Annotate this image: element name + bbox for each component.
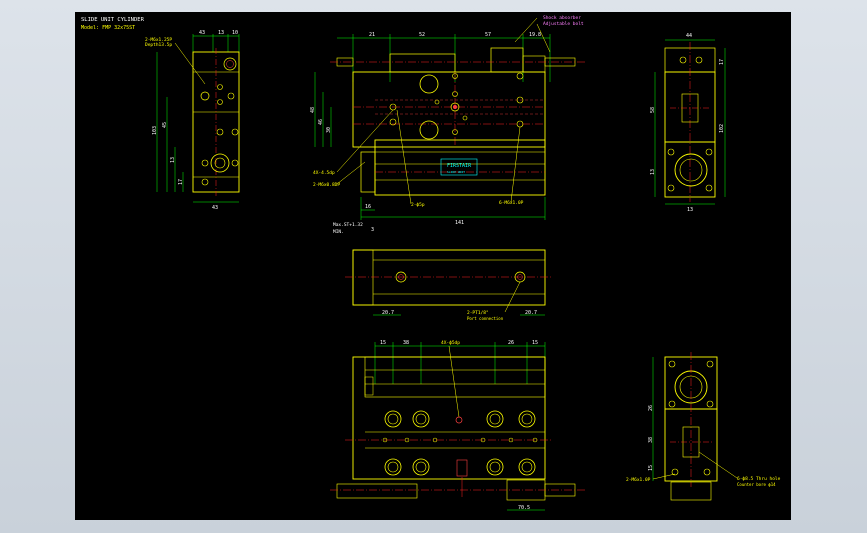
front-dim-top-3: 57 — [485, 32, 491, 38]
left-side-view: 43 13 10 2-M6x1.25P Depth13.5p 103 45 13… — [145, 30, 240, 211]
front-dim-bottom-2: 16 — [365, 204, 371, 210]
left-dim-left-1: 103 — [152, 126, 158, 135]
title-line-1: SLIDE UNIT CYLINDER — [81, 17, 145, 23]
brand-sub: SLIDE UNIT — [447, 170, 465, 174]
front-callout-1: 4X-4.5dp — [313, 170, 335, 176]
left-dim-left-3: 13 — [170, 157, 176, 163]
left-dim-bottom: 43 — [212, 205, 218, 211]
front-dim-left-1: 48 — [310, 107, 316, 113]
side2-dim-left-2: 38 — [648, 437, 654, 443]
legend-adjustable-bolt: Adjustable bolt — [543, 21, 584, 27]
stroke-note-min: MIN. — [333, 229, 344, 235]
front-view: 21 52 57 19.8 Shock absorber Adjustable … — [310, 15, 585, 235]
right-dim-right-1: 17 — [719, 59, 725, 65]
bottom-dim-top-4: 15 — [532, 340, 538, 346]
front-dim-bottom-3: 3 — [371, 227, 374, 233]
mid-dim-1: 20.7 — [382, 310, 394, 316]
bottom-dim-top-2: 38 — [403, 340, 409, 346]
mid-dim-2: 20.7 — [525, 310, 537, 316]
left-dim-top-1: 43 — [199, 30, 205, 36]
right-dim-left-1: 58 — [650, 107, 656, 113]
right-dim-bottom: 13 — [687, 207, 693, 213]
left-dim-top-3: 10 — [232, 30, 238, 36]
front-dim-left-3: 30 — [326, 127, 332, 133]
front-callout-2: 2-M6x0.8DP — [313, 182, 340, 188]
bottom-dim-top-3: 26 — [508, 340, 514, 346]
left-callout-2: Depth13.5p — [145, 42, 172, 48]
bottom-dim-bottom: 70.5 — [518, 505, 530, 511]
right-dim-right-2: 102 — [719, 124, 725, 133]
front-callout-3: 2-ϕ5p — [411, 202, 425, 208]
front-dim-bottom-1: 141 — [455, 220, 464, 226]
legend-shock-absorber: Shock absorber — [543, 15, 581, 21]
bottom-view: 15 38 26 15 4X-ϕ5dp 70.5 — [330, 340, 585, 511]
right-dim-left-2: 13 — [650, 169, 656, 175]
middle-view: 20.7 20.7 2-PT1/8" Port connection — [345, 249, 553, 321]
bottom-callout-top: 4X-ϕ5dp — [441, 340, 460, 346]
side2-dim-left-1: 26 — [648, 405, 654, 411]
lower-side-view: 26 38 15 2-M6x1.0P 6-ϕ8.5 Thru hole Coun… — [626, 352, 781, 501]
drawing-canvas[interactable]: SLIDE UNIT CYLINDER Model: FMP 32x75ST 4… — [75, 12, 791, 520]
mid-callout-2: Port connection — [467, 316, 504, 321]
left-dim-left-4: 17 — [178, 179, 184, 185]
right-side-view: 44 17 102 58 13 13 — [650, 33, 726, 213]
front-dim-top-1: 21 — [369, 32, 375, 38]
side2-dim-left-3: 15 — [648, 465, 654, 471]
right-dim-top: 44 — [686, 33, 692, 39]
left-dim-left-2: 45 — [162, 122, 168, 128]
left-dim-top-2: 13 — [218, 30, 224, 36]
bottom-dim-top-1: 15 — [380, 340, 386, 346]
front-dim-left-2: 46 — [318, 119, 324, 125]
title-line-2: Model: FMP 32x75ST — [81, 25, 135, 31]
front-dim-top-2: 52 — [419, 32, 425, 38]
front-dim-top-4: 19.8 — [529, 32, 541, 38]
side2-callout-1: 2-M6x1.0P — [626, 477, 651, 483]
brand-text: FIRSTAIR — [447, 163, 472, 169]
cad-drawing: SLIDE UNIT CYLINDER Model: FMP 32x75ST 4… — [81, 15, 781, 511]
stroke-note-max: Max.ST+1.32 — [333, 222, 363, 228]
application-frame: SLIDE UNIT CYLINDER Model: FMP 32x75ST 4… — [0, 0, 867, 533]
side2-callout-3: Counter bore ϕ14 — [737, 482, 776, 487]
